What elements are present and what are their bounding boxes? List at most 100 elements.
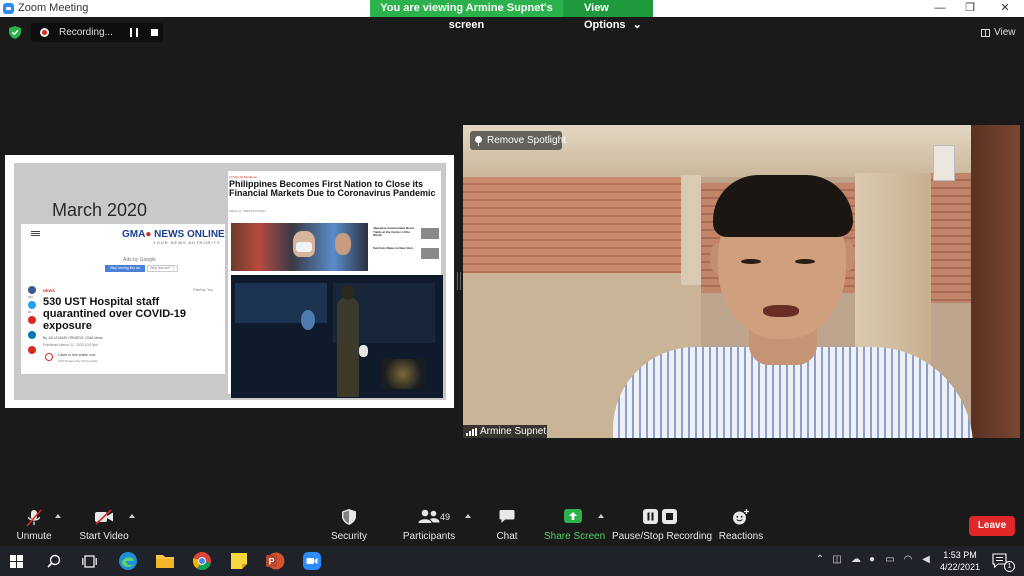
clock-date: 4/22/2021 xyxy=(939,562,981,572)
stop-recording-icon[interactable] xyxy=(151,29,158,36)
npr-article-screenshot: COVID-19 Pandemic Philippines Becomes Fi… xyxy=(228,171,443,398)
hamburger-menu-icon xyxy=(31,231,40,236)
encryption-shield-icon[interactable] xyxy=(9,26,21,39)
volume-icon[interactable]: ◀ xyxy=(920,554,932,566)
windows-start-icon[interactable] xyxy=(10,555,23,568)
security-label: Security xyxy=(330,531,368,542)
participants-count: 49 xyxy=(440,512,451,522)
slide-title: March 2020 xyxy=(52,200,148,220)
masked-person xyxy=(293,231,315,257)
shared-screen[interactable]: March 2020 GMA● NEWS ONLINE YOUR NEWS AU… xyxy=(5,155,454,408)
audio-player-icon xyxy=(45,353,53,361)
mouth xyxy=(763,305,799,317)
onedrive-cloud-icon[interactable]: ☁ xyxy=(850,554,862,566)
recording-label: Recording... xyxy=(59,27,113,38)
photo-glow xyxy=(381,359,425,389)
share-screen-button[interactable]: Share Screen xyxy=(544,500,605,545)
comment-count-icon xyxy=(28,346,36,354)
video-options-caret[interactable] xyxy=(129,514,135,518)
article-date: March 17, 2020 8:33 AM ET xyxy=(229,209,267,213)
notification-count-badge: 1 xyxy=(1004,561,1015,572)
reactions-label: Reactions xyxy=(718,531,764,542)
eye xyxy=(795,259,815,264)
start-video-label: Start Video xyxy=(79,531,129,542)
edge-browser-icon[interactable] xyxy=(118,551,138,571)
participant-video[interactable] xyxy=(463,125,1020,438)
close-button[interactable]: ✕ xyxy=(990,0,1020,17)
start-video-button[interactable]: Start Video xyxy=(78,500,130,545)
grid-view-icon xyxy=(981,29,990,37)
security-guard-photo xyxy=(231,275,443,398)
participants-options-caret[interactable] xyxy=(465,514,471,518)
related-story: Japanese Government Bond Yields at the C… xyxy=(373,226,414,237)
audio-options-caret[interactable] xyxy=(55,514,61,518)
person xyxy=(335,233,351,255)
gma-article-screenshot: GMA● NEWS ONLINE YOUR NEWS AUTHORITY Ads… xyxy=(21,224,225,374)
window-blind xyxy=(463,177,681,273)
air-conditioner xyxy=(933,145,955,181)
viewing-banner: You are viewing Armine Supnet's screen V… xyxy=(370,0,653,31)
gma-tagline: YOUR NEWS AUTHORITY xyxy=(153,240,221,245)
stop-ad-button: Stop seeing this ad xyxy=(105,265,145,272)
svg-text:P: P xyxy=(268,557,274,567)
minimize-button[interactable]: — xyxy=(925,0,955,17)
zoom-meeting-window: Zoom Meeting — ❐ ✕ You are viewing Armin… xyxy=(0,0,1024,576)
powerpoint-icon[interactable]: P xyxy=(265,551,285,571)
eye xyxy=(741,259,761,264)
chat-button[interactable]: Chat xyxy=(488,500,526,545)
reactions-button[interactable]: Reactions xyxy=(718,500,764,545)
participants-icon xyxy=(418,509,440,523)
window-blind xyxy=(931,173,971,303)
pause-recording-icon[interactable] xyxy=(130,28,138,37)
panel-splitter-handle[interactable] xyxy=(457,272,461,290)
view-layout-button[interactable]: View xyxy=(976,24,1018,42)
chevron-down-icon: ⌄ xyxy=(632,19,642,31)
wooden-door xyxy=(971,125,1020,438)
search-icon[interactable] xyxy=(47,554,61,568)
participant-name-tag: Armine Supnet xyxy=(463,425,547,438)
linkedin-share-icon xyxy=(28,331,36,339)
unmute-button[interactable]: Unmute xyxy=(12,500,56,545)
leave-button[interactable]: Leave xyxy=(969,516,1015,536)
zoom-app-icon xyxy=(3,3,14,14)
show-hidden-icons[interactable]: ⌃ xyxy=(814,554,826,566)
recording-indicator: Recording... xyxy=(31,23,163,42)
video-off-icon xyxy=(95,509,113,525)
file-explorer-icon[interactable] xyxy=(155,551,175,571)
pause-stop-recording-button[interactable]: Pause/Stop Recording xyxy=(612,500,713,545)
system-clock[interactable]: 1:53 PM 4/22/2021 xyxy=(938,549,982,573)
gma-headline: 530 UST Hospital staff quarantined over … xyxy=(43,296,187,332)
signal-strength-icon xyxy=(466,428,477,436)
security-button[interactable]: Security xyxy=(328,500,370,545)
chat-bubble-icon xyxy=(499,510,515,523)
view-options-button[interactable]: View Options ⌄ xyxy=(563,0,653,31)
network-icon[interactable]: ◠ xyxy=(902,554,914,566)
restore-button[interactable]: ❐ xyxy=(955,0,985,17)
participants-label: Participants xyxy=(402,531,456,542)
chat-label: Chat xyxy=(496,531,518,542)
share-screen-icon xyxy=(564,509,582,523)
pause-stop-recording-label: Pause/Stop Recording xyxy=(612,531,713,542)
meet-now-icon[interactable]: ◫ xyxy=(831,554,843,566)
related-story: Fed Cuts Rates to Near Zero xyxy=(373,246,414,250)
zoom-taskbar-icon[interactable] xyxy=(302,551,322,571)
listen-time: 0:00 Powered by Trinity Audio xyxy=(58,359,98,363)
gma-logo: GMA● NEWS ONLINE xyxy=(122,229,225,240)
why-ad-button: Why this ad? ⓘ xyxy=(147,265,178,272)
view-options-label: View Options xyxy=(584,2,626,31)
photo-light xyxy=(301,310,315,330)
participants-button[interactable]: Participants xyxy=(402,500,456,545)
presentation-slide: March 2020 GMA● NEWS ONLINE YOUR NEWS AU… xyxy=(14,163,446,400)
sticky-notes-icon[interactable] xyxy=(229,551,249,571)
related-thumbnail xyxy=(421,248,439,259)
remove-spotlight-label: Remove Spotlight xyxy=(487,135,566,146)
listen-label: Listen to this article now xyxy=(58,353,96,357)
window-title: Zoom Meeting xyxy=(18,2,89,14)
chrome-browser-icon[interactable] xyxy=(192,551,212,571)
microphone-tray-icon[interactable]: ● xyxy=(866,554,878,566)
battery-icon[interactable]: ▭ xyxy=(884,554,896,566)
share-options-caret[interactable] xyxy=(598,514,604,518)
remove-spotlight-button[interactable]: Remove Spotlight xyxy=(470,131,566,150)
task-view-icon[interactable] xyxy=(82,555,97,568)
unmute-label: Unmute xyxy=(16,531,52,542)
